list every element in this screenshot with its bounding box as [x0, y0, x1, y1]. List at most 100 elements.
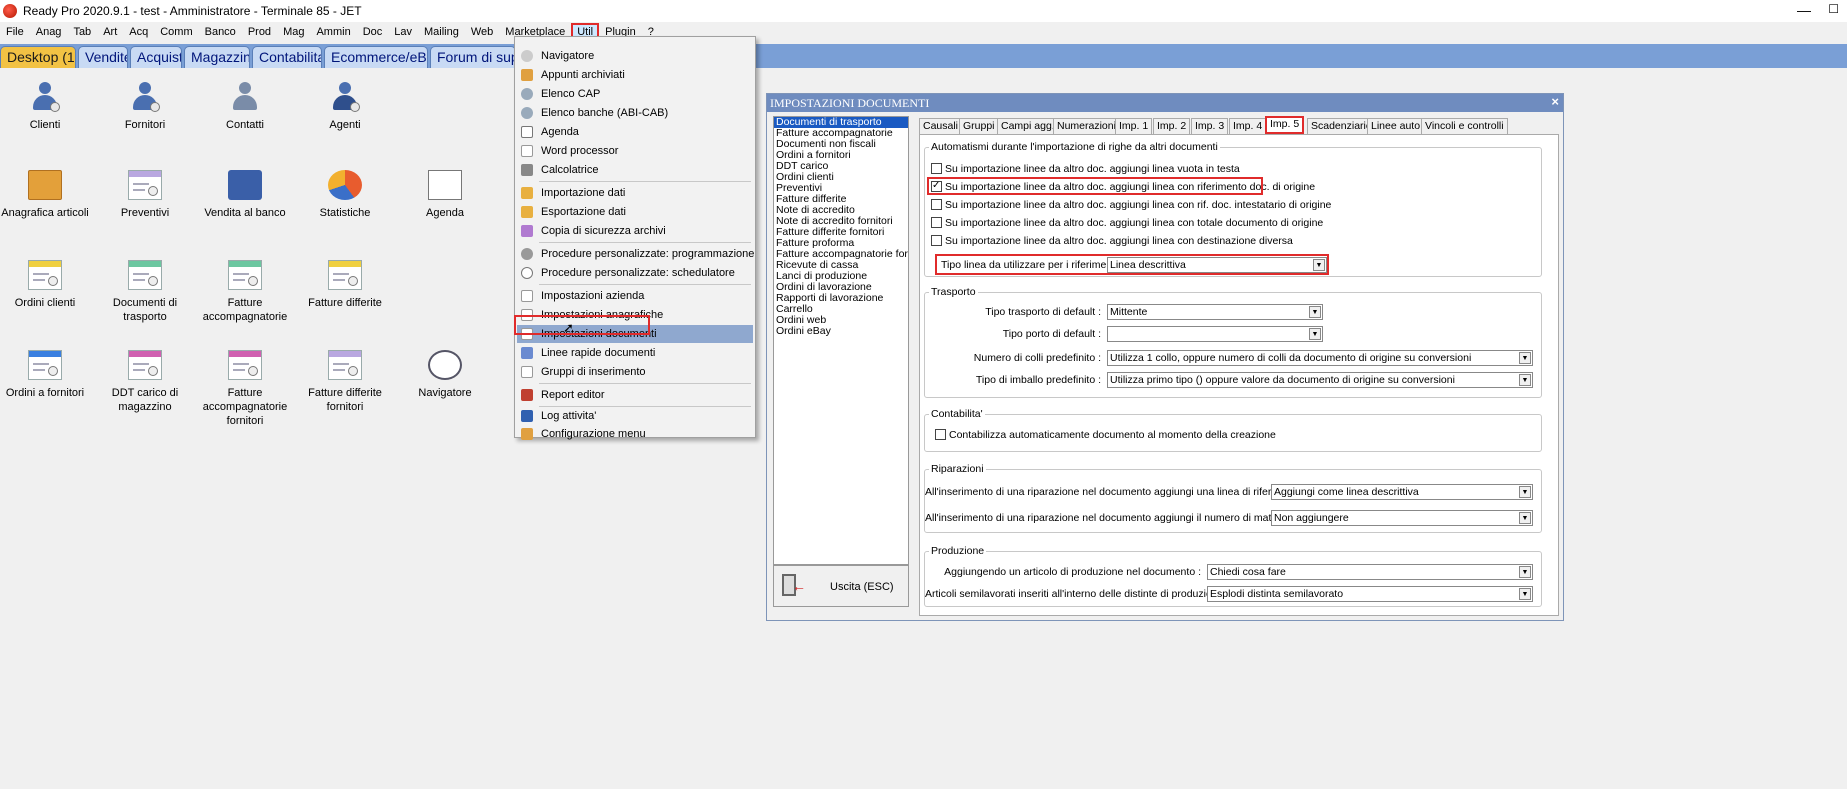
tab-magazzino[interactable]: Magazzino — [184, 46, 250, 68]
tab-imp2[interactable]: Imp. 2 — [1153, 118, 1191, 134]
list-item[interactable]: Ordini web — [774, 315, 908, 326]
desktop-fatture-differite[interactable]: Fatture differite — [297, 260, 393, 310]
tab-forum[interactable]: Forum di supporto — [430, 46, 516, 68]
chevron-down-icon[interactable]: ▼ — [1519, 566, 1531, 578]
tab-gruppi[interactable]: Gruppi — [959, 118, 999, 134]
menu-item-proc-schedulatore[interactable]: Procedure personalizzate: schedulatore — [517, 264, 753, 282]
list-item[interactable]: DDT carico — [774, 161, 908, 172]
list-item[interactable]: Rapporti di lavorazione — [774, 293, 908, 304]
menu-item-configurazione-menu[interactable]: Configurazione menu — [517, 425, 753, 443]
list-item[interactable]: Fatture differite fornitori — [774, 227, 908, 238]
tab-vendite[interactable]: Vendite — [78, 46, 128, 68]
menu-item-linee-rapide[interactable]: Linee rapide documenti — [517, 344, 753, 362]
menu-comm[interactable]: Comm — [154, 23, 198, 41]
menu-item-appunti[interactable]: Appunti archiviati — [517, 66, 753, 84]
tab-vincoli[interactable]: Vincoli e controlli — [1421, 118, 1508, 134]
menu-tab[interactable]: Tab — [67, 23, 97, 41]
list-item[interactable]: Note di accredito fornitori — [774, 216, 908, 227]
list-item[interactable]: Ordini clienti — [774, 172, 908, 183]
menu-lav[interactable]: Lav — [388, 23, 418, 41]
desktop-vendita-banco[interactable]: Vendita al banco — [197, 170, 293, 220]
chevron-down-icon[interactable]: ▼ — [1519, 512, 1531, 524]
menu-prod[interactable]: Prod — [242, 23, 277, 41]
list-item[interactable]: Fatture differite — [774, 194, 908, 205]
desktop-documenti-trasporto[interactable]: Documenti di trasporto — [97, 260, 193, 324]
tab-campi-agg[interactable]: Campi agg. — [997, 118, 1059, 134]
exit-button[interactable]: ← Uscita (ESC) — [773, 565, 909, 607]
menu-banco[interactable]: Banco — [199, 23, 242, 41]
menu-art[interactable]: Art — [97, 23, 123, 41]
menu-item-agenda[interactable]: Agenda — [517, 123, 753, 141]
list-item[interactable]: Ordini di lavorazione — [774, 282, 908, 293]
list-item[interactable]: Fatture accompagnatorie — [774, 128, 908, 139]
check-intestatario-origine[interactable]: Su importazione linee da altro doc. aggi… — [931, 198, 1331, 212]
chevron-down-icon[interactable]: ▼ — [1519, 588, 1531, 600]
chevron-down-icon[interactable]: ▼ — [1519, 352, 1531, 364]
menu-doc[interactable]: Doc — [357, 23, 389, 41]
check-destinazione-diversa[interactable]: Su importazione linee da altro doc. aggi… — [931, 234, 1293, 248]
document-type-list[interactable]: Documenti di trasporto Fatture accompagn… — [773, 116, 909, 565]
list-item[interactable]: Documenti di trasporto — [774, 117, 908, 128]
menu-item-navigatore[interactable]: Navigatore — [517, 47, 753, 65]
check-linea-vuota[interactable]: Su importazione linee da altro doc. aggi… — [931, 162, 1240, 176]
menu-mailing[interactable]: Mailing — [418, 23, 465, 41]
menu-item-importazione[interactable]: Importazione dati — [517, 184, 753, 202]
tab-imp5[interactable]: Imp. 5 — [1265, 116, 1305, 134]
list-item[interactable]: Preventivi — [774, 183, 908, 194]
menu-item-calcolatrice[interactable]: Calcolatrice — [517, 161, 753, 179]
desktop-agenda[interactable]: Agenda — [397, 170, 493, 220]
tab-acquisti[interactable]: Acquisti — [130, 46, 182, 68]
tipo-trasporto-select[interactable]: Mittente ▼ — [1107, 304, 1323, 320]
desktop-clienti[interactable]: Clienti — [0, 82, 93, 132]
semi-select[interactable]: Esplodi distinta semilavorato ▼ — [1207, 586, 1533, 602]
menu-web[interactable]: Web — [465, 23, 499, 41]
menu-anag[interactable]: Anag — [30, 23, 68, 41]
list-item[interactable]: Carrello — [774, 304, 908, 315]
list-item[interactable]: Documenti non fiscali — [774, 139, 908, 150]
matricola-select[interactable]: Non aggiungere ▼ — [1271, 510, 1533, 526]
checkbox[interactable] — [931, 216, 942, 228]
desktop-fatture-diff-fornitori[interactable]: Fatture differite fornitori — [297, 350, 393, 414]
minimize-icon[interactable]: — — [1797, 2, 1811, 18]
desktop-navigatore[interactable]: Navigatore — [397, 350, 493, 400]
maximize-icon[interactable]: ☐ — [1828, 2, 1839, 16]
list-item[interactable]: Fatture accompagnatorie fornitori — [774, 249, 908, 260]
menu-item-elenco-cap[interactable]: Elenco CAP — [517, 85, 753, 103]
list-item[interactable]: Fatture proforma — [774, 238, 908, 249]
tab-scadenziario[interactable]: Scadenziario — [1307, 118, 1376, 134]
tab-contabilita[interactable]: Contabilita' — [252, 46, 322, 68]
desktop-fatture-accomp-fornitori[interactable]: Fatture accompagnatorie fornitori — [197, 350, 293, 428]
chevron-down-icon[interactable]: ▼ — [1309, 306, 1321, 318]
checkbox[interactable] — [935, 428, 946, 440]
tab-imp1[interactable]: Imp. 1 — [1115, 118, 1153, 134]
tab-causali[interactable]: Causali — [919, 118, 963, 134]
menu-item-esportazione[interactable]: Esportazione dati — [517, 203, 753, 221]
menu-item-elenco-banche[interactable]: Elenco banche (ABI-CAB) — [517, 104, 753, 122]
tab-numerazioni[interactable]: Numerazioni — [1053, 118, 1120, 134]
desktop-ordini-fornitori[interactable]: Ordini a fornitori — [0, 350, 93, 400]
desktop-statistiche[interactable]: Statistiche — [297, 170, 393, 220]
desktop-fatture-accompagnatorie[interactable]: Fatture accompagnatorie — [197, 260, 293, 324]
tab-imp4[interactable]: Imp. 4 — [1229, 118, 1267, 134]
colli-select[interactable]: Utilizza 1 collo, oppure numero di colli… — [1107, 350, 1533, 366]
menu-item-copia-sicurezza[interactable]: Copia di sicurezza archivi — [517, 222, 753, 240]
desktop-fornitori[interactable]: Fornitori — [97, 82, 193, 132]
desktop-ordini-clienti[interactable]: Ordini clienti — [0, 260, 93, 310]
desktop-contatti[interactable]: Contatti — [197, 82, 293, 132]
desktop-anagrafica-articoli[interactable]: Anagrafica articoli — [0, 170, 93, 220]
desktop-agenti[interactable]: Agenti — [297, 82, 393, 132]
checkbox[interactable] — [931, 234, 942, 246]
tab-ecommerce[interactable]: Ecommerce/eBay — [324, 46, 428, 68]
list-item[interactable]: Lanci di produzione — [774, 271, 908, 282]
tab-linee-auto[interactable]: Linee auto — [1367, 118, 1425, 134]
tab-imp3[interactable]: Imp. 3 — [1191, 118, 1229, 134]
menu-item-gruppi-inserimento[interactable]: Gruppi di inserimento — [517, 363, 753, 381]
checkbox[interactable] — [931, 198, 942, 210]
rif-select[interactable]: Aggiungi come linea descrittiva ▼ — [1271, 484, 1533, 500]
menu-item-proc-programmazione[interactable]: Procedure personalizzate: programmazione — [517, 245, 754, 263]
tab-desktop[interactable]: Desktop (1) — [0, 46, 76, 68]
menu-item-impostazioni-azienda[interactable]: Impostazioni azienda — [517, 287, 753, 305]
menu-ammin[interactable]: Ammin — [310, 23, 356, 41]
list-item[interactable]: Ordini a fornitori — [774, 150, 908, 161]
menu-item-word-processor[interactable]: Word processor — [517, 142, 753, 160]
